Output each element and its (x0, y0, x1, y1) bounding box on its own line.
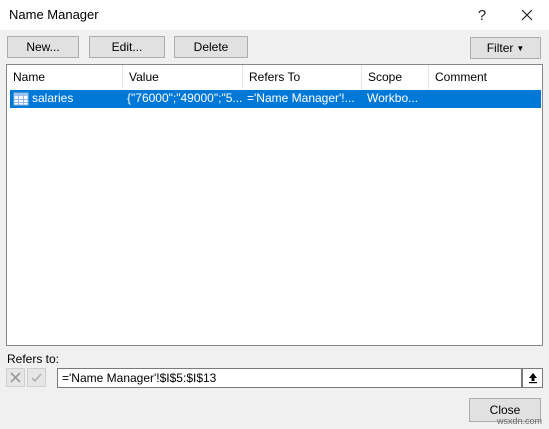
close-icon (521, 9, 533, 21)
column-header-value[interactable]: Value (123, 65, 243, 89)
table-row[interactable]: salaries {"76000";"49000";"5... ='Name M… (10, 90, 541, 108)
collapse-dialog-button[interactable] (522, 368, 543, 388)
filter-button-label: Filter (486, 41, 514, 55)
window-title: Name Manager (9, 7, 99, 22)
column-header-refers-to[interactable]: Refers To (243, 65, 362, 89)
collapse-arrow-icon (528, 373, 537, 384)
column-header-scope[interactable]: Scope (362, 65, 429, 89)
named-range-icon (13, 92, 29, 106)
edit-button[interactable]: Edit... (89, 36, 165, 58)
new-button-label: New... (26, 40, 60, 54)
close-window-button[interactable] (507, 2, 547, 28)
confirm-edit-button[interactable] (27, 368, 46, 387)
cancel-edit-button[interactable] (6, 368, 25, 387)
delete-button-label: Delete (193, 40, 229, 54)
list-header: Name Value Refers To Scope Comment (7, 65, 542, 89)
edit-button-label: Edit... (111, 40, 143, 54)
watermark: wsxdn.com (497, 416, 543, 426)
dropdown-caret-icon: ▼ (516, 43, 525, 53)
cancel-icon (10, 372, 21, 383)
row-refers-to: ='Name Manager'!... (247, 91, 355, 105)
refers-to-input[interactable] (57, 368, 522, 388)
checkmark-icon (31, 373, 42, 383)
new-button[interactable]: New... (7, 36, 79, 58)
title-bar: Name Manager ? (0, 0, 549, 30)
row-name: salaries (32, 91, 74, 105)
help-icon: ? (477, 6, 487, 24)
refers-to-label: Refers to: (7, 352, 60, 366)
column-header-comment[interactable]: Comment (429, 65, 542, 89)
column-header-name[interactable]: Name (7, 65, 123, 89)
row-scope: Workbo... (367, 91, 419, 105)
close-button-label: Close (489, 403, 521, 417)
names-list[interactable]: Name Value Refers To Scope Comment salar… (6, 64, 543, 346)
help-button[interactable]: ? (462, 2, 502, 28)
delete-button[interactable]: Delete (174, 36, 248, 58)
row-value: {"76000";"49000";"5... (127, 91, 242, 105)
filter-button[interactable]: Filter ▼ (470, 37, 541, 59)
